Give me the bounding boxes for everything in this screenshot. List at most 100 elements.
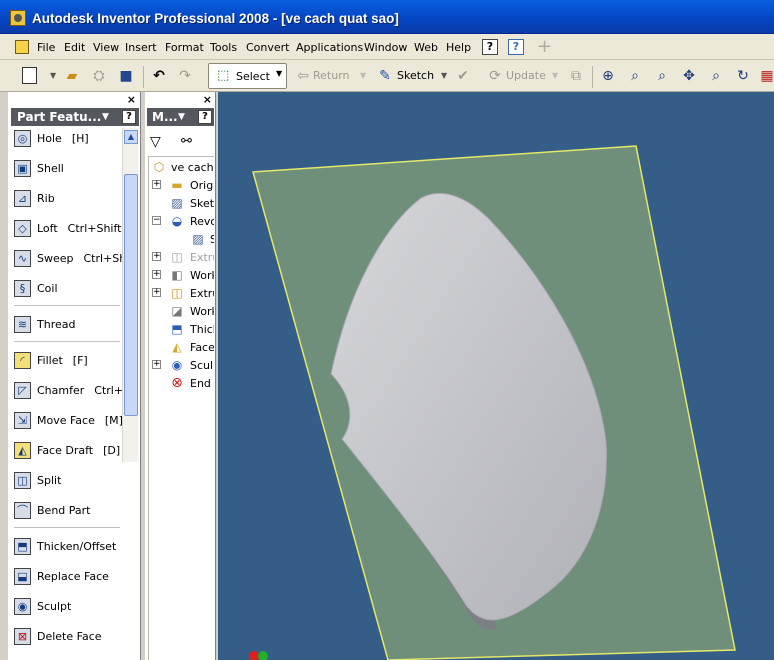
undo-icon[interactable]: ↶ — [150, 67, 168, 85]
scroll-up-icon[interactable]: ▲ — [124, 130, 138, 144]
add-icon[interactable]: + — [537, 36, 552, 57]
sketch-icon[interactable]: ✎ — [376, 67, 394, 85]
tree-label: Work — [190, 269, 214, 282]
feature-label: Coil — [37, 282, 58, 295]
feature-label: Replace Face — [37, 570, 109, 583]
panel-close-icon[interactable]: × — [127, 93, 136, 106]
select-icon: ⬚ — [217, 68, 230, 83]
feature-label: Sweep — [37, 252, 74, 265]
rotate-icon[interactable]: ↻ — [734, 67, 752, 85]
feature-label: Sculpt — [37, 600, 72, 613]
global-update-icon[interactable]: ⧉ — [567, 67, 585, 85]
menu-web[interactable]: Web — [414, 41, 438, 54]
menu-view[interactable]: View — [93, 41, 119, 54]
feature-split[interactable]: ◫ Split — [14, 470, 122, 492]
browser-close-icon[interactable]: × — [203, 93, 212, 106]
panel-header[interactable]: Part Featu... ▼ ? — [11, 108, 139, 126]
expand-icon[interactable]: + — [152, 360, 161, 369]
project-icon[interactable]: ⛭ — [90, 67, 108, 85]
update-dropdown-icon[interactable]: ▼ — [552, 71, 558, 80]
feature-label: Delete Face — [37, 630, 102, 643]
look-at-icon[interactable]: ▦ — [758, 67, 774, 85]
return-icon[interactable]: ⇦ — [294, 67, 312, 85]
expand-icon[interactable]: + — [152, 180, 161, 189]
browser-dropdown-icon[interactable]: ▼ — [178, 108, 185, 126]
tree-label: Thick — [190, 323, 214, 336]
menu-insert[interactable]: Insert — [125, 41, 157, 54]
help-icon[interactable]: ? — [482, 39, 498, 55]
feature-delete-face[interactable]: ⊠ Delete Face — [14, 626, 122, 648]
feature-rib[interactable]: ⊿ Rib — [14, 188, 122, 210]
redo-icon[interactable]: ↷ — [176, 67, 194, 85]
pan-icon[interactable]: ✥ — [680, 67, 698, 85]
browser-header[interactable]: M... ▼ ? — [147, 108, 214, 126]
feature-label: Rib — [37, 192, 55, 205]
feature-shell[interactable]: ▣ Shell — [14, 158, 122, 180]
document-icon[interactable] — [15, 40, 29, 54]
zoom-icon[interactable]: ⌕ — [653, 67, 671, 85]
select-dropdown-icon[interactable]: ▼ — [276, 69, 282, 78]
feature-sculpt[interactable]: ◉ Sculpt — [14, 596, 122, 618]
feature-loft[interactable]: ◇ Loft Ctrl+Shift+ — [14, 218, 122, 240]
tree-label: Face — [190, 341, 214, 354]
feature-shortcut: Ctrl+Shift+ — [67, 222, 122, 235]
expand-icon[interactable]: + — [152, 270, 161, 279]
menu-tools[interactable]: Tools — [210, 41, 237, 54]
zoom-window-icon[interactable]: ⌕ — [626, 67, 644, 85]
feature-label: Split — [37, 474, 62, 487]
feature-face-draft[interactable]: ◭ Face Draft [D] — [14, 440, 122, 462]
sketch-label[interactable]: Sketch — [397, 69, 434, 82]
open-icon[interactable]: ▰ — [63, 67, 81, 85]
save-icon[interactable]: ■ — [117, 67, 135, 85]
feature-sweep[interactable]: ∿ Sweep Ctrl+Shif — [14, 248, 122, 270]
panel-help-icon[interactable]: ? — [122, 110, 136, 124]
menu-help[interactable]: Help — [446, 41, 471, 54]
feature-hole[interactable]: ◎ Hole [H] — [14, 128, 122, 150]
feature-bend-part[interactable]: ⌒ Bend Part — [14, 500, 122, 522]
feature-thread[interactable]: ≋ Thread — [14, 314, 122, 336]
menu-window[interactable]: Window — [364, 41, 407, 54]
thicken-icon: ⬒ — [14, 538, 31, 555]
update-icon[interactable]: ⟳ — [486, 67, 504, 85]
whats-this-icon[interactable]: ? — [508, 39, 524, 55]
fillet-icon: ◜ — [14, 352, 31, 369]
feature-fillet[interactable]: ◜ Fillet [F] — [14, 350, 122, 372]
return-dropdown-icon[interactable]: ▼ — [360, 71, 366, 80]
feature-coil[interactable]: § Coil — [14, 278, 122, 300]
update-check-icon[interactable]: ✔ — [454, 67, 472, 85]
menu-format[interactable]: Format — [165, 41, 204, 54]
feature-label: Hole — [37, 132, 62, 145]
feature-thicken-offset[interactable]: ⬒ Thicken/Offset — [14, 536, 122, 558]
replace-face-icon: ⬓ — [14, 568, 31, 585]
menu-file[interactable]: File — [37, 41, 55, 54]
new-icon[interactable] — [22, 67, 37, 84]
browser-help-icon[interactable]: ? — [198, 110, 212, 124]
graphics-window[interactable] — [218, 92, 774, 660]
expand-icon[interactable]: + — [152, 288, 161, 297]
scroll-thumb[interactable] — [124, 174, 138, 416]
collapse-icon[interactable]: − — [152, 216, 161, 225]
menu-convert[interactable]: Convert — [246, 41, 290, 54]
feature-replace-face[interactable]: ⬓ Replace Face — [14, 566, 122, 588]
face-draft-icon: ◭ — [14, 442, 31, 459]
work-plane-icon: ◧ — [171, 268, 183, 282]
end-of-part-icon: ⊗ — [171, 375, 183, 391]
feature-move-face[interactable]: ⇲ Move Face [M] — [14, 410, 122, 432]
panel-dropdown-icon[interactable]: ▼ — [102, 108, 109, 126]
find-icon[interactable]: ⚯ — [181, 134, 192, 149]
expand-icon[interactable]: + — [152, 252, 161, 261]
extrude-icon: ◫ — [171, 250, 183, 264]
sketch-dropdown-icon[interactable]: ▼ — [441, 71, 447, 80]
filter-icon[interactable]: ▽ — [150, 134, 161, 150]
return-label[interactable]: Return — [313, 69, 350, 82]
menu-applications[interactable]: Applications — [296, 41, 363, 54]
zoom-selected-icon[interactable]: ⌕ — [707, 67, 725, 85]
update-label[interactable]: Update — [506, 69, 546, 82]
feature-chamfer[interactable]: ◸ Chamfer Ctrl+Sh — [14, 380, 122, 402]
select-button[interactable]: ⬚ Select ▼ — [208, 63, 287, 89]
inventor-app-icon[interactable] — [10, 10, 26, 26]
menu-edit[interactable]: Edit — [64, 41, 85, 54]
new-dropdown-icon[interactable]: ▼ — [50, 71, 56, 80]
zoom-all-icon[interactable]: ⊕ — [599, 67, 617, 85]
panel-scrollbar[interactable]: ▲ — [122, 128, 138, 462]
